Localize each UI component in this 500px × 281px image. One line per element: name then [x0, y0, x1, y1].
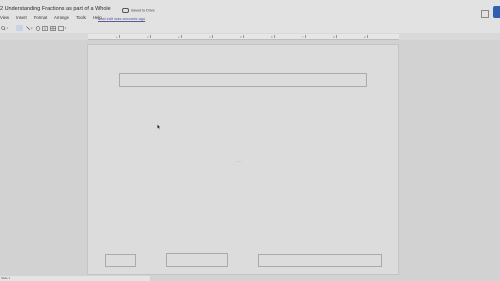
save-status: Saved to Drive [122, 8, 155, 13]
ruler-tick [305, 35, 306, 38]
shape-icon[interactable] [35, 26, 41, 31]
ruler-number: 8 [333, 34, 335, 39]
status-bar: Slide 1 [0, 276, 150, 281]
toolbar [0, 24, 500, 33]
last-edit-link[interactable]: Last edit was seconds ago [98, 16, 145, 21]
share-button[interactable] [493, 6, 500, 18]
ruler-number: 9 [364, 34, 366, 39]
menu-arrange[interactable]: Arrange [54, 15, 69, 20]
zoom-icon[interactable] [1, 26, 9, 31]
ruler-number: 6 [271, 34, 273, 39]
ruler-number: 2 [147, 34, 149, 39]
menu-format[interactable]: Format [34, 15, 47, 20]
menu-view[interactable]: View [0, 15, 9, 20]
top-bar: 2 Understanding Fractions as part of a W… [0, 0, 500, 33]
horizontal-ruler[interactable]: 1 2 3 4 5 6 7 8 9 [88, 34, 399, 40]
page-indicator: - - - [237, 159, 242, 163]
mouse-cursor-icon [157, 117, 161, 135]
document-title[interactable]: 2 Understanding Fractions as part of a W… [0, 6, 111, 12]
ruler-number: 3 [178, 34, 180, 39]
footer-date-placeholder[interactable] [105, 254, 136, 267]
comment-icon[interactable] [481, 10, 489, 18]
ruler-tick [181, 35, 182, 38]
ruler-tick [150, 35, 151, 38]
menu-bar: View Insert Format Arrange Tools Help [0, 15, 108, 20]
ruler-number: 5 [240, 34, 242, 39]
status-text: Slide 1 [1, 276, 11, 280]
ruler-tick [336, 35, 337, 38]
ruler-tick [212, 35, 213, 38]
title-placeholder[interactable] [119, 73, 367, 87]
line-icon[interactable] [26, 26, 33, 31]
footer-number-placeholder[interactable] [258, 254, 382, 267]
image-icon[interactable] [58, 26, 67, 31]
ruler-number: 4 [209, 34, 211, 39]
menu-insert[interactable]: Insert [16, 15, 26, 20]
ruler-tick [243, 35, 244, 38]
ruler-number: 1 [116, 34, 118, 39]
textbox-icon[interactable] [42, 26, 48, 31]
footer-text-placeholder[interactable] [166, 253, 228, 267]
ruler-number: 7 [302, 34, 304, 39]
ruler-tick [119, 35, 120, 38]
save-status-text: Saved to Drive [131, 8, 155, 13]
ruler-tick [367, 35, 368, 38]
table-icon[interactable] [50, 26, 56, 31]
ruler-tick [274, 35, 275, 38]
menu-tools[interactable]: Tools [76, 15, 86, 20]
select-tool-button[interactable] [16, 25, 23, 31]
cloud-icon [122, 8, 129, 13]
